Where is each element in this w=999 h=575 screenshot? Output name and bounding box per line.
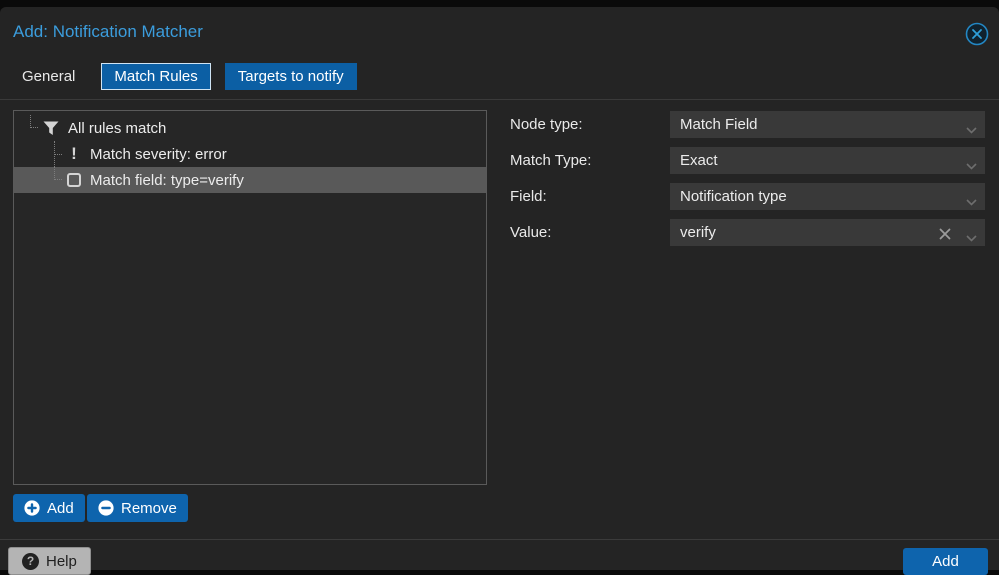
field-select[interactable]: Notification type [670,183,985,210]
help-label: Help [46,553,77,570]
tree-connector [54,167,62,180]
remove-rule-label: Remove [121,500,177,517]
chevron-down-icon [966,193,977,210]
tab-general[interactable]: General [22,64,75,89]
form-row-match-type: Match Type: Exact [510,147,985,174]
remove-rule-button[interactable]: Remove [87,494,188,522]
chevron-down-icon [966,157,977,174]
rule-form: Node type: Match Field Match Type: Exact… [510,111,985,255]
submit-add-label: Add [932,553,959,570]
value-label: Value: [510,224,670,241]
tree-connector [30,115,38,128]
add-rule-label: Add [47,500,74,517]
match-rules-tree: All rules match ! Match severity: error … [13,110,487,485]
tree-row-label: Match field: type=verify [90,172,244,189]
tree-row-field[interactable]: Match field: type=verify [14,167,486,193]
notification-matcher-dialog: Add: Notification Matcher General Match … [0,7,999,570]
field-value: Notification type [680,188,787,205]
question-circle-icon: ? [22,553,39,570]
tree-connector [54,141,62,167]
minus-circle-icon [98,500,114,516]
match-type-select[interactable]: Exact [670,147,985,174]
form-row-field: Field: Notification type [510,183,985,210]
tab-bar: General Match Rules Targets to notify [22,62,371,90]
match-type-value: Exact [680,152,718,169]
clear-icon[interactable] [939,227,951,244]
dialog-title: Add: Notification Matcher [13,22,203,42]
help-button[interactable]: ? Help [8,547,91,575]
chevron-down-icon [966,121,977,138]
tree-row-root[interactable]: All rules match [14,115,486,141]
value-value: verify [680,224,716,241]
field-label: Field: [510,188,670,205]
exclamation-icon: ! [67,144,81,164]
footer-divider [0,539,999,540]
match-type-label: Match Type: [510,152,670,169]
tree-row-label: Match severity: error [90,146,227,163]
tree-row-severity[interactable]: ! Match severity: error [14,141,486,167]
add-rule-button[interactable]: Add [13,494,85,522]
node-type-select[interactable]: Match Field [670,111,985,138]
tab-targets-to-notify[interactable]: Targets to notify [225,63,357,90]
submit-add-button[interactable]: Add [903,548,988,575]
chevron-down-icon [966,229,977,246]
value-select[interactable]: verify [670,219,985,246]
node-type-value: Match Field [680,116,758,133]
plus-circle-icon [24,500,40,516]
tab-divider [0,99,999,100]
node-type-label: Node type: [510,116,670,133]
tree-row-label: All rules match [68,120,166,137]
close-icon[interactable] [964,21,990,47]
filter-icon [43,121,59,136]
checkbox-icon [67,173,81,187]
form-row-node-type: Node type: Match Field [510,111,985,138]
form-row-value: Value: verify [510,219,985,246]
tab-match-rules[interactable]: Match Rules [101,63,210,90]
